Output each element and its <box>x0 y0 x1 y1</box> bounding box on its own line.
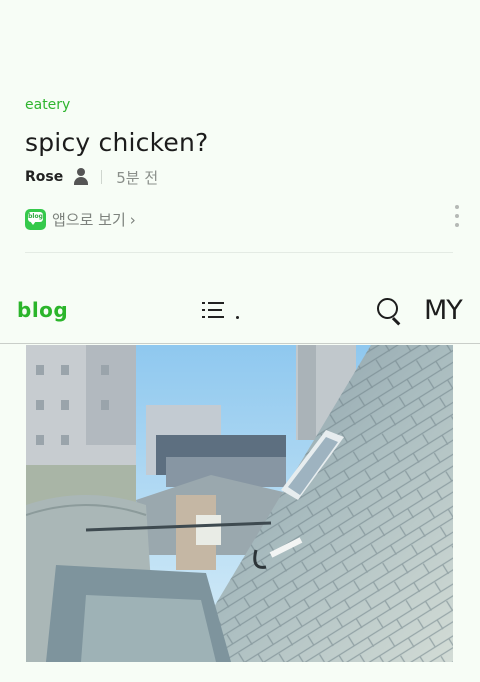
post-time: 5분 전 <box>116 168 159 187</box>
person-icon[interactable] <box>73 168 89 186</box>
meta-divider <box>101 170 103 184</box>
search-icon[interactable] <box>377 298 403 324</box>
chevron-right-icon: › <box>129 210 136 229</box>
post-header: eatery spicy chicken? Rose 5분 전 blog 앱으로… <box>0 0 480 262</box>
blog-app-icon: blog <box>25 209 46 230</box>
author-name[interactable]: Rose <box>25 169 63 185</box>
menu-list-icon[interactable] <box>202 300 226 320</box>
post-meta: Rose 5분 전 <box>25 166 158 188</box>
header-divider <box>25 252 453 253</box>
my-button[interactable]: MY <box>424 295 463 326</box>
post-photo <box>26 345 453 662</box>
menu-dot <box>236 316 239 319</box>
post-category[interactable]: eatery <box>25 97 70 113</box>
blog-logo[interactable]: blog <box>17 298 68 322</box>
open-in-app-link[interactable]: blog 앱으로 보기 › <box>25 209 136 230</box>
open-in-app-label[interactable]: 앱으로 보기 <box>52 209 126 230</box>
more-vertical-icon[interactable] <box>454 205 460 229</box>
post-title: spicy chicken? <box>25 128 209 157</box>
blog-navbar: blog MY <box>0 278 480 344</box>
